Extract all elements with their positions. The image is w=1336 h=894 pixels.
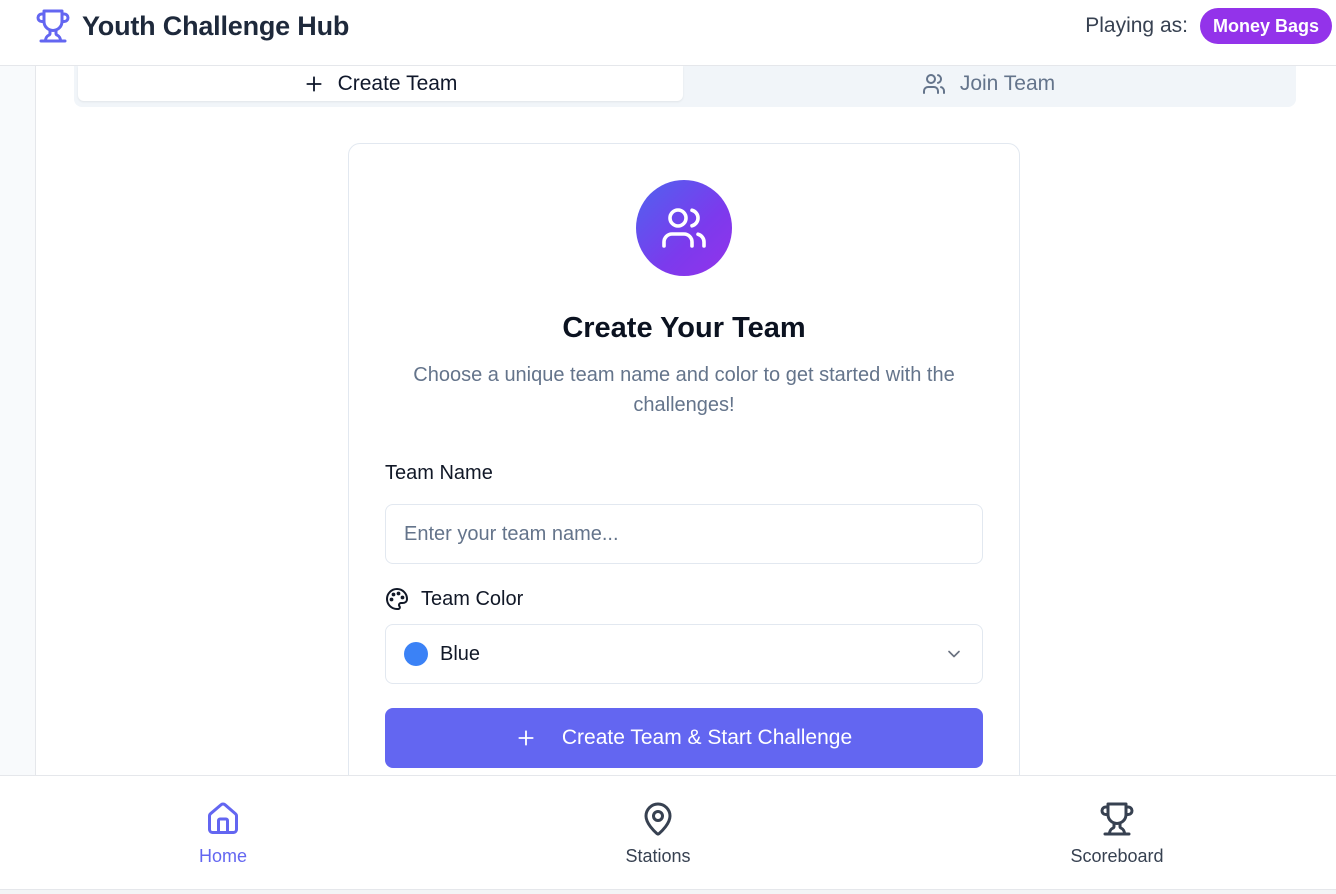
playing-as-label: Playing as: [1085, 14, 1188, 37]
tab-create-team-label: Create Team [337, 71, 458, 95]
nav-item-scoreboard[interactable]: Scoreboard [1037, 800, 1197, 867]
app-title: Youth Challenge Hub [82, 10, 350, 41]
bottom-strip [0, 890, 1336, 894]
chevron-down-icon [944, 644, 964, 664]
team-color-value: Blue [440, 642, 481, 665]
plus-icon [516, 728, 536, 748]
users-icon [660, 204, 708, 252]
nav-label-home: Home [198, 846, 247, 866]
create-team-button[interactable]: Create Team & Start Challenge [385, 708, 983, 768]
app-header: Youth Challenge Hub Playing as: Money Ba… [0, 0, 1336, 66]
team-color-label: Team Color [385, 587, 523, 611]
brand: Youth Challenge Hub [35, 8, 349, 44]
card-subtitle: Choose a unique team name and color to g… [413, 364, 955, 416]
trophy-icon [1099, 800, 1135, 838]
palette-icon [385, 587, 409, 611]
team-color-label-text: Team Color [421, 587, 524, 610]
bottom-nav: Home Stations Scoreboard [0, 775, 1336, 890]
main-panel: Create Team Join Team Create Your Team C… [35, 66, 1336, 803]
team-name-input[interactable] [385, 504, 983, 564]
nav-item-home[interactable]: Home [143, 800, 303, 867]
trophy-icon [35, 8, 71, 44]
home-icon [205, 800, 241, 838]
nav-label-scoreboard: Scoreboard [1070, 846, 1164, 866]
team-name-label: Team Name [385, 462, 493, 484]
tab-join-team[interactable]: Join Team [685, 66, 1292, 101]
tab-join-team-label: Join Team [959, 71, 1056, 95]
team-color-select[interactable]: Blue [385, 624, 983, 684]
nav-label-stations: Stations [625, 846, 691, 866]
map-pin-icon [640, 800, 676, 838]
team-avatar [636, 180, 732, 276]
color-swatch [404, 642, 428, 666]
nav-item-stations[interactable]: Stations [578, 800, 738, 867]
plus-icon [304, 74, 324, 94]
card-title: Create Your Team [562, 312, 806, 344]
users-icon [922, 72, 946, 96]
tab-create-team[interactable]: Create Team [78, 66, 683, 101]
team-tabs: Create Team Join Team [74, 66, 1296, 107]
create-team-button-label: Create Team & Start Challenge [561, 726, 853, 749]
player-info: Playing as: Money Bags [1085, 8, 1332, 44]
create-team-card: Create Your Team Choose a unique team na… [348, 143, 1020, 803]
player-name-badge[interactable]: Money Bags [1199, 8, 1332, 44]
